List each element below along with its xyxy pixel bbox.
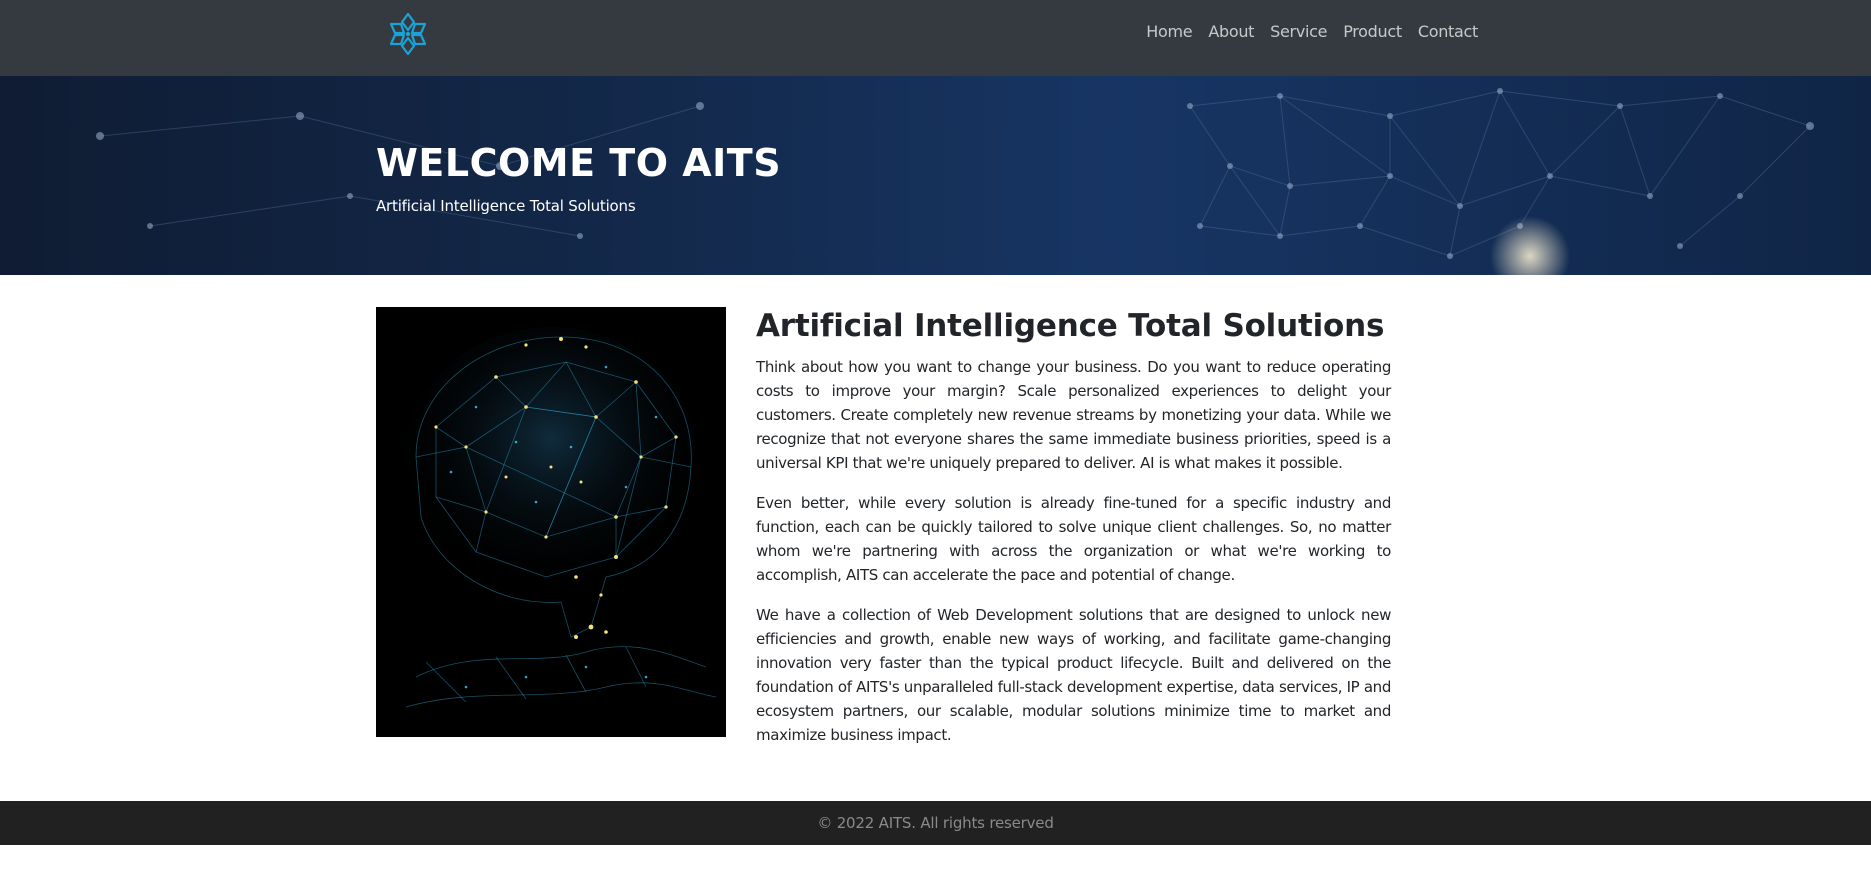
- nav-link-about[interactable]: About: [1208, 22, 1254, 41]
- nav-link-service[interactable]: Service: [1270, 22, 1327, 41]
- about-section: Artificial Intelligence Total Solutions …: [756, 307, 1391, 763]
- flower-logo-icon[interactable]: [384, 10, 432, 58]
- hero-banner: WELCOME TO AITS Artificial Intelligence …: [0, 76, 1871, 275]
- hero-subtitle: Artificial Intelligence Total Solutions: [376, 197, 636, 215]
- footer: © 2022 AITS. All rights reserved: [0, 801, 1871, 845]
- paragraph-2: Even better, while every solution is alr…: [756, 494, 1391, 584]
- nav-menu: Home About Service Product Contact: [1146, 22, 1478, 41]
- paragraph-1: Think about how you want to change your …: [756, 358, 1391, 472]
- nav-link-contact[interactable]: Contact: [1418, 22, 1478, 41]
- paragraph-3: We have a collection of Web Development …: [756, 606, 1391, 744]
- nav-link-product[interactable]: Product: [1343, 22, 1402, 41]
- network-background-graphic: [96, 88, 1814, 275]
- navbar: Home About Service Product Contact: [0, 0, 1871, 76]
- section-heading: Artificial Intelligence Total Solutions: [756, 308, 1385, 344]
- nav-link-home[interactable]: Home: [1146, 22, 1192, 41]
- copyright-text: © 2022 AITS. All rights reserved: [817, 814, 1054, 832]
- ai-brain-network-image: [376, 307, 726, 737]
- hero-title: WELCOME TO AITS: [376, 141, 782, 185]
